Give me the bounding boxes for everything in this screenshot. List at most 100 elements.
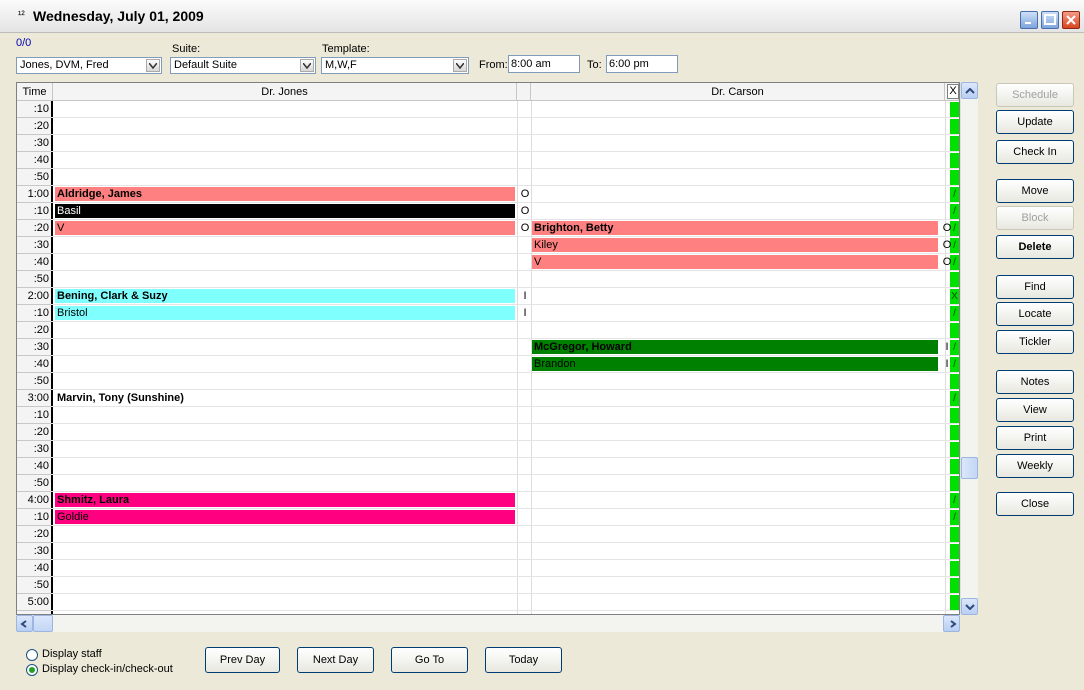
checkin-mark: I [945, 358, 949, 370]
today-button[interactable]: Today [485, 647, 562, 673]
appointment-block[interactable]: Bristol [55, 306, 515, 320]
appointment-block[interactable]: Marvin, Tony (Sunshine) [55, 391, 515, 405]
template-select[interactable]: M,W,F [321, 57, 469, 74]
find-button[interactable]: Find [996, 275, 1074, 299]
schedule-row[interactable]: :20 [17, 118, 959, 135]
column-header-dr-carson: Dr. Carson [531, 83, 945, 101]
time-label: :40 [17, 560, 51, 577]
vertical-scrollbar[interactable] [960, 82, 978, 615]
appointment-block[interactable]: V [55, 221, 515, 235]
time-label: :20 [17, 322, 51, 339]
from-time-input[interactable]: 8:00 am [508, 55, 580, 73]
status-indicator [950, 272, 959, 287]
schedule-row[interactable]: :50 [17, 577, 959, 594]
suite-select-value: Default Suite [174, 59, 237, 71]
appointment-block[interactable]: Brandon [532, 357, 938, 371]
title-bar: ¹² Wednesday, July 01, 2009 [0, 0, 1084, 33]
schedule-row[interactable]: :20 [17, 322, 959, 339]
update-button[interactable]: Update [996, 110, 1074, 134]
suite-select[interactable]: Default Suite [170, 57, 316, 74]
appointment-block[interactable]: Aldridge, James [55, 187, 515, 201]
go-to-button[interactable]: Go To [391, 647, 468, 673]
appointment-block[interactable]: V [532, 255, 938, 269]
appointment-block[interactable]: McGregor, Howard [532, 340, 938, 354]
maximize-button[interactable] [1041, 11, 1059, 29]
status-indicator [950, 119, 959, 134]
schedule-row[interactable]: :20 [17, 526, 959, 543]
column-header-dr-jones: Dr. Jones [53, 83, 517, 101]
schedule-row[interactable]: 5:00 [17, 594, 959, 611]
checkin-mark: O [942, 256, 952, 268]
scroll-right-button[interactable] [943, 615, 960, 632]
minimize-button[interactable] [1020, 11, 1038, 29]
locate-button[interactable]: Locate [996, 302, 1074, 326]
appointment-block[interactable]: Bening, Clark & Suzy [55, 289, 515, 303]
schedule-row[interactable]: :10 [17, 101, 959, 118]
schedule-row[interactable]: :40 [17, 560, 959, 577]
column-spacer [517, 83, 531, 101]
schedule-row[interactable]: :20 [17, 424, 959, 441]
schedule-row[interactable]: :40 [17, 458, 959, 475]
schedule-row[interactable]: :30 [17, 543, 959, 560]
status-indicator: / [950, 187, 959, 202]
appointment-block[interactable]: Basil [55, 204, 515, 218]
schedule-row[interactable]: :10 [17, 407, 959, 424]
status-indicator [950, 527, 959, 542]
to-label: To: [587, 59, 602, 71]
check-in-button[interactable]: Check In [996, 140, 1074, 164]
scroll-thumb[interactable] [961, 457, 978, 479]
time-label: :20 [17, 526, 51, 543]
appointment-block[interactable]: Goldie [55, 510, 515, 524]
schedule-grid[interactable]: Time Dr. Jones Dr. Carson X :10:20:30:40… [16, 82, 960, 615]
time-label: :50 [17, 475, 51, 492]
prev-day-button[interactable]: Prev Day [205, 647, 280, 673]
display-checkin-radio[interactable] [26, 664, 38, 676]
display-staff-label: Display staff [42, 648, 102, 660]
display-staff-radio[interactable] [26, 649, 38, 661]
schedule-row[interactable]: :50 [17, 373, 959, 390]
delete-button[interactable]: Delete [996, 235, 1074, 259]
appointment-block[interactable]: Brighton, Betty [532, 221, 938, 235]
status-indicator [950, 170, 959, 185]
view-button[interactable]: View [996, 398, 1074, 422]
doctor-select-value: Jones, DVM, Fred [20, 59, 109, 71]
scroll-down-button[interactable] [961, 598, 978, 615]
close-button[interactable]: Close [996, 492, 1074, 516]
status-indicator [950, 153, 959, 168]
next-day-button[interactable]: Next Day [297, 647, 374, 673]
close-window-button[interactable] [1062, 11, 1080, 29]
time-label: 2:00 [17, 288, 51, 305]
schedule-row[interactable]: :30 [17, 441, 959, 458]
checkin-mark: I [523, 307, 527, 319]
schedule-row[interactable]: :50 [17, 475, 959, 492]
template-select-value: M,W,F [325, 59, 357, 71]
status-indicator [950, 595, 959, 610]
horizontal-scrollbar[interactable] [16, 615, 960, 632]
to-time-input[interactable]: 6:00 pm [606, 55, 678, 73]
appointment-block[interactable]: Kiley [532, 238, 938, 252]
doctor-select[interactable]: Jones, DVM, Fred [16, 57, 162, 74]
appointment-window: ¹² Wednesday, July 01, 2009 0/0 Jones, D… [0, 0, 1084, 690]
schedule-row[interactable]: :50 [17, 271, 959, 288]
move-button[interactable]: Move [996, 179, 1074, 203]
schedule-row[interactable]: :40 [17, 152, 959, 169]
chevron-down-icon[interactable] [300, 59, 314, 72]
window-title: Wednesday, July 01, 2009 [33, 8, 204, 24]
scroll-left-button[interactable] [16, 615, 33, 632]
status-indicator: X [950, 289, 959, 304]
weekly-button[interactable]: Weekly [996, 454, 1074, 478]
notes-button[interactable]: Notes [996, 370, 1074, 394]
time-label: :40 [17, 458, 51, 475]
scroll-up-button[interactable] [961, 82, 978, 99]
schedule-row[interactable]: :50 [17, 169, 959, 186]
checkin-mark: I [945, 341, 949, 353]
close-grid-button[interactable]: X [947, 84, 959, 99]
status-indicator [950, 425, 959, 440]
print-button[interactable]: Print [996, 426, 1074, 450]
tickler-button[interactable]: Tickler [996, 330, 1074, 354]
horizontal-scroll-thumb[interactable] [33, 615, 53, 632]
appointment-block[interactable]: Shmitz, Laura [55, 493, 515, 507]
chevron-down-icon[interactable] [453, 59, 467, 72]
schedule-row[interactable]: :30 [17, 135, 959, 152]
chevron-down-icon[interactable] [146, 59, 160, 72]
